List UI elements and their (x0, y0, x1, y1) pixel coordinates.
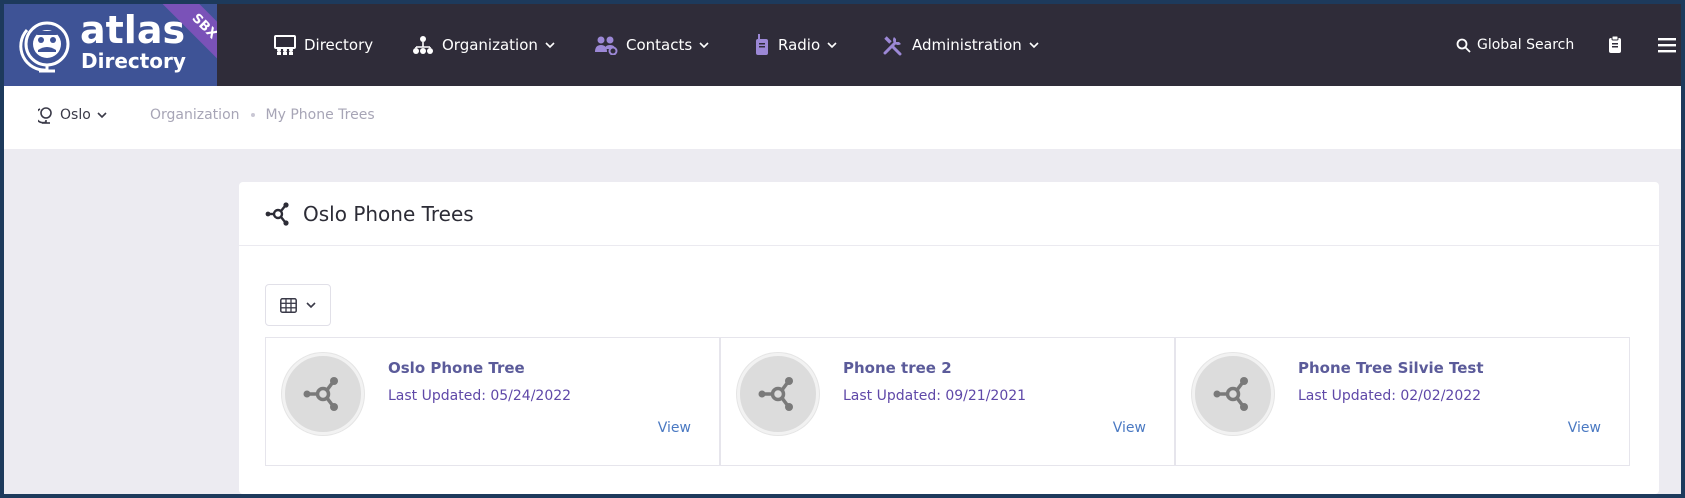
organization-icon (413, 36, 433, 54)
nav-item-label: Administration (912, 36, 1022, 54)
app-frame: atlas Directory SBX Directory Organizati… (4, 4, 1681, 494)
logo-wordmark-directory: Directory (81, 49, 186, 73)
view-mode-dropdown[interactable] (265, 284, 331, 326)
hamburger-menu-icon[interactable] (1656, 34, 1678, 56)
chevron-down-icon (827, 42, 837, 49)
nav-item-label: Organization (442, 36, 538, 54)
phone-tree-card: Phone Tree Silvie Test Last Updated: 02/… (1175, 337, 1630, 466)
view-link[interactable]: View (1568, 420, 1601, 436)
radio-icon (756, 34, 768, 55)
chevron-down-icon (306, 302, 316, 309)
phone-tree-icon (1213, 377, 1248, 411)
nav-item-administration[interactable]: Administration (882, 32, 1047, 58)
phone-tree-avatar (1192, 353, 1274, 435)
view-link[interactable]: View (1113, 420, 1146, 436)
nav-item-label: Radio (778, 36, 821, 54)
global-search-button[interactable]: Global Search (1456, 32, 1574, 58)
phone-tree-last-updated: Last Updated: 05/24/2022 (388, 388, 572, 404)
nav-item-directory[interactable]: Directory (274, 32, 373, 58)
phone-tree-icon (758, 377, 793, 411)
top-navbar: atlas Directory SBX Directory Organizati… (4, 4, 1681, 86)
breadcrumb-item-current: My Phone Trees (265, 107, 375, 123)
nav-item-label: Contacts (626, 36, 693, 54)
phone-tree-avatar (737, 353, 819, 435)
phone-tree-last-updated: Last Updated: 09/21/2021 (843, 388, 1027, 404)
phone-tree-avatar (282, 353, 364, 435)
nav-item-label: Directory (304, 36, 374, 54)
grid-icon (280, 297, 297, 313)
phone-tree-icon (303, 377, 338, 411)
contacts-icon (595, 36, 618, 55)
card-title: Oslo Phone Trees (303, 201, 474, 226)
search-icon (1456, 38, 1471, 53)
sub-header-bar: Oslo Organization My Phone Trees (4, 86, 1681, 149)
chevron-down-icon (97, 112, 107, 119)
global-search-label: Global Search (1477, 37, 1575, 53)
view-link[interactable]: View (658, 420, 691, 436)
location-label: Oslo (60, 107, 91, 123)
globe-stand-icon (38, 107, 52, 124)
nav-item-organization[interactable]: Organization (412, 32, 563, 58)
phone-trees-card: Oslo Phone Trees Oslo Phone Tree Last Up… (239, 182, 1659, 494)
tools-icon (883, 36, 902, 56)
location-selector[interactable]: Oslo (38, 106, 113, 124)
phone-tree-name[interactable]: Oslo Phone Tree (388, 359, 525, 377)
phone-tree-icon (265, 201, 289, 226)
breadcrumb-separator (250, 113, 255, 117)
phone-tree-last-updated: Last Updated: 02/02/2022 (1298, 388, 1482, 404)
app-logo[interactable]: atlas Directory SBX (4, 4, 217, 86)
breadcrumb: Organization My Phone Trees (150, 107, 375, 123)
card-header: Oslo Phone Trees (239, 182, 1659, 246)
nav-item-contacts[interactable]: Contacts (594, 32, 717, 58)
breadcrumb-item-organization[interactable]: Organization (150, 107, 240, 123)
directory-icon (274, 35, 296, 55)
clipboard-icon[interactable] (1604, 34, 1626, 56)
chevron-down-icon (1029, 42, 1039, 49)
chevron-down-icon (699, 42, 709, 49)
chevron-down-icon (545, 42, 555, 49)
phone-tree-card: Phone tree 2 Last Updated: 09/21/2021 Vi… (720, 337, 1175, 466)
atlas-emblem-icon (19, 21, 70, 73)
phone-tree-name[interactable]: Phone Tree Silvie Test (1298, 359, 1484, 377)
phone-tree-name[interactable]: Phone tree 2 (843, 359, 952, 377)
phone-tree-card: Oslo Phone Tree Last Updated: 05/24/2022… (265, 337, 720, 466)
logo-wordmark-atlas: atlas (80, 8, 186, 52)
nav-item-radio[interactable]: Radio (754, 32, 845, 58)
